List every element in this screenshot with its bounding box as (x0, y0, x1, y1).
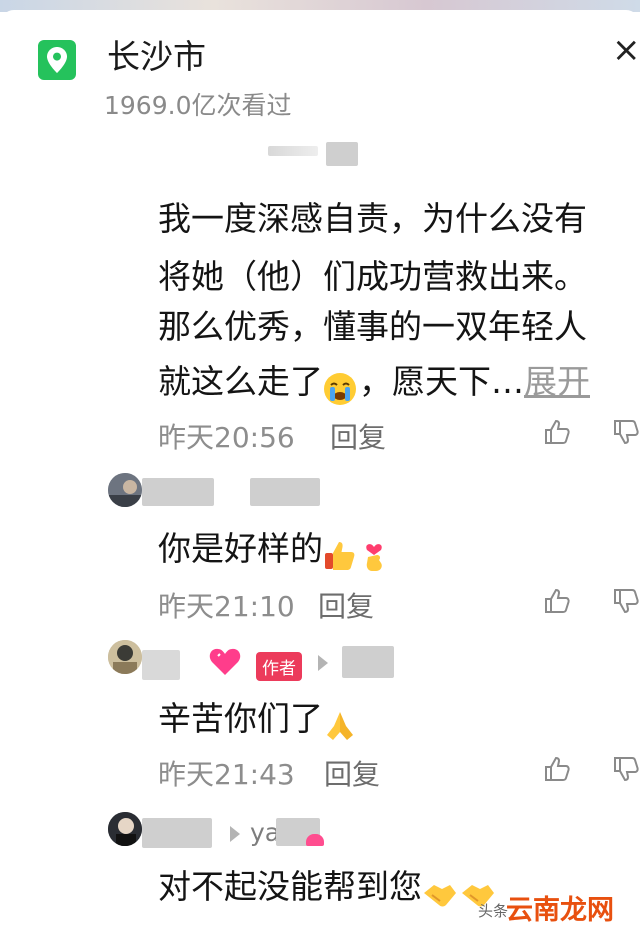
comment-text-tail: ，愿天下… (359, 362, 524, 401)
sparkling-heart-emoji (306, 834, 324, 846)
comment-text: 辛苦你们了 (158, 699, 323, 738)
avatar[interactable] (108, 640, 142, 674)
reply-arrow-icon (318, 655, 328, 671)
username-redacted (268, 146, 318, 156)
reply-button[interactable]: 回复 (330, 416, 386, 456)
comment-time: 昨天21:10 (158, 590, 295, 623)
dislike-icon[interactable] (612, 755, 640, 785)
username-redacted (142, 478, 214, 506)
like-icon[interactable] (543, 418, 573, 448)
comment-text-line: 辛苦你们了 (158, 690, 359, 748)
comment-time: 昨天21:43 (158, 758, 295, 791)
thumbs-up-emoji (323, 533, 359, 570)
dislike-icon[interactable] (612, 418, 640, 448)
crying-face-emoji (323, 366, 359, 405)
comment-text-line: 你是好样的 (158, 520, 393, 578)
comment-text: 就这么走了 (158, 362, 323, 401)
author-badge: 作者 (256, 652, 302, 681)
reply-button[interactable]: 回复 (324, 753, 380, 793)
comment-text: 对不起没能帮到您 (158, 867, 422, 906)
reply-arrow-icon (230, 826, 240, 842)
like-icon[interactable] (543, 587, 573, 617)
avatar[interactable] (108, 812, 142, 846)
comment-text-line: 就这么走了 ，愿天下…展开 (158, 353, 590, 411)
username-redacted (326, 142, 358, 166)
comment-sheet (0, 10, 640, 933)
sparkling-heart-emoji (208, 646, 242, 682)
comment-text-line: 对不起没能帮到您 (158, 858, 498, 916)
username-redacted (142, 650, 180, 680)
folded-hands-emoji (323, 703, 359, 740)
close-button[interactable]: × (612, 30, 640, 70)
location-pin-icon (38, 40, 76, 80)
location-title: 长沙市 (107, 37, 206, 76)
username-redacted (142, 818, 212, 848)
comment-text-line: 我一度深感自责，为什么没有 (158, 199, 587, 238)
avatar[interactable] (108, 473, 142, 507)
watermark-brand: 云南龙网 (506, 895, 614, 926)
reply-button[interactable]: 回复 (318, 585, 374, 625)
watermark-prefix: 头条 (478, 902, 509, 920)
finger-heart-emoji (359, 533, 393, 571)
comment-text-line: 那么优秀，懂事的一双年轻人 (158, 307, 587, 346)
view-count: 1969.0亿次看过 (104, 91, 292, 120)
dislike-icon[interactable] (612, 587, 640, 617)
expand-link[interactable]: 展开 (524, 362, 590, 401)
username-redacted (342, 646, 394, 678)
comment-text: 你是好样的 (158, 529, 323, 568)
handshake-emoji (422, 871, 460, 907)
comment-time: 昨天20:56 (158, 421, 295, 454)
like-icon[interactable] (543, 755, 573, 785)
username-redacted (250, 478, 320, 506)
